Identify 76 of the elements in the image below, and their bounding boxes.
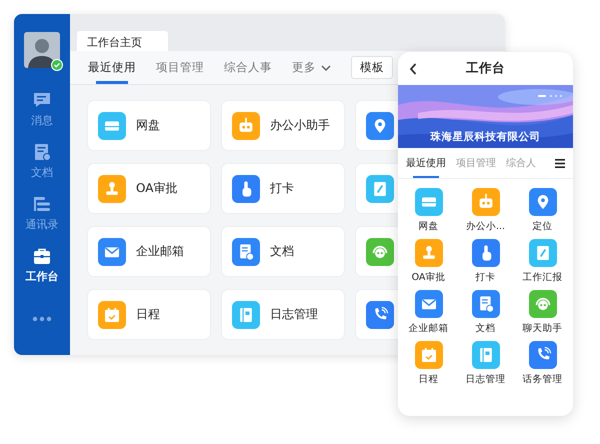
- pin-icon: [366, 112, 394, 140]
- app-label[interactable]: 聊天助手: [522, 322, 562, 335]
- app-card[interactable]: 打卡: [222, 164, 344, 213]
- app-label: OA审批: [136, 180, 178, 197]
- app-label[interactable]: 文档: [476, 322, 496, 335]
- nav-tab[interactable]: 最近使用: [88, 51, 136, 84]
- document-icon: [472, 290, 500, 318]
- template-button[interactable]: 模板: [351, 56, 393, 79]
- app-label[interactable]: 工作汇报: [522, 271, 562, 284]
- app-label: 日程: [136, 306, 160, 323]
- app-card[interactable]: [356, 101, 398, 150]
- calendar-icon: [414, 341, 442, 369]
- app-label[interactable]: 办公小...: [466, 220, 506, 233]
- app-label[interactable]: 打卡: [476, 271, 496, 284]
- app-label: 打卡: [270, 180, 294, 197]
- pin-icon: [528, 188, 556, 216]
- calendar-icon: [98, 300, 126, 328]
- app-label[interactable]: 定位: [532, 220, 552, 233]
- app-card[interactable]: 日志管理: [222, 290, 344, 339]
- envelope-icon: [414, 290, 442, 318]
- chat-icon: [32, 90, 52, 110]
- hand-icon: [232, 174, 260, 202]
- app-label[interactable]: 网盘: [418, 220, 438, 233]
- app-label[interactable]: 日志管理: [466, 373, 506, 386]
- app-card[interactable]: [356, 290, 398, 339]
- stamp-icon: [414, 239, 442, 267]
- app-label: 企业邮箱: [136, 243, 184, 260]
- document-icon: [32, 142, 52, 162]
- phone-title: 工作台: [466, 60, 505, 77]
- app-card[interactable]: 日程: [88, 290, 210, 339]
- app-card[interactable]: 企业邮箱: [88, 227, 210, 276]
- app-label[interactable]: 日程: [418, 373, 438, 386]
- app-label: 文档: [270, 243, 294, 260]
- hand-icon: [472, 239, 500, 267]
- nav-tab[interactable]: 项目管理: [156, 51, 204, 84]
- robot-icon: [472, 188, 500, 216]
- headset-icon: [528, 290, 556, 318]
- note-pencil-icon: [528, 239, 556, 267]
- nav-tab[interactable]: 综合人事: [224, 51, 272, 84]
- app-label: 办公小助手: [270, 117, 330, 134]
- drive-icon: [98, 112, 126, 140]
- menu-icon[interactable]: [555, 158, 565, 168]
- app-card[interactable]: 网盘: [88, 101, 210, 150]
- more-dropdown[interactable]: 更多: [292, 51, 331, 84]
- stamp-icon: [98, 174, 126, 202]
- app-label[interactable]: OA审批: [412, 271, 446, 284]
- drive-icon: [414, 188, 442, 216]
- note-pencil-icon: [366, 174, 394, 202]
- app-card[interactable]: [356, 227, 398, 276]
- app-card[interactable]: OA审批: [88, 164, 210, 213]
- phone-icon: [366, 300, 394, 328]
- list-icon: [32, 194, 52, 214]
- app-label[interactable]: 企业邮箱: [408, 322, 448, 335]
- app-label: 网盘: [136, 117, 160, 134]
- app-label[interactable]: 话务管理: [522, 373, 562, 386]
- sidebar-item[interactable]: 工作台: [16, 246, 68, 284]
- page-dots-icon: [538, 95, 564, 98]
- phone-tab[interactable]: 最近使用: [406, 148, 446, 178]
- app-card[interactable]: [356, 164, 398, 213]
- app-card[interactable]: 办公小助手: [222, 101, 344, 150]
- notebook-icon: [232, 300, 260, 328]
- back-icon[interactable]: [409, 63, 417, 75]
- document-icon: [232, 238, 260, 266]
- headset-icon: [366, 238, 394, 266]
- company-name: 珠海星辰科技有限公司: [429, 130, 542, 144]
- avatar: [24, 32, 60, 68]
- envelope-icon: [98, 238, 126, 266]
- window-tab[interactable]: 工作台主页: [77, 31, 168, 51]
- more-icon[interactable]: [32, 316, 52, 322]
- notebook-icon: [472, 341, 500, 369]
- app-card[interactable]: 文档: [222, 227, 344, 276]
- robot-icon: [232, 112, 260, 140]
- phone-icon: [528, 341, 556, 369]
- caret-icon: [321, 64, 331, 70]
- briefcase-icon: [32, 246, 52, 266]
- app-label: 日志管理: [270, 306, 318, 323]
